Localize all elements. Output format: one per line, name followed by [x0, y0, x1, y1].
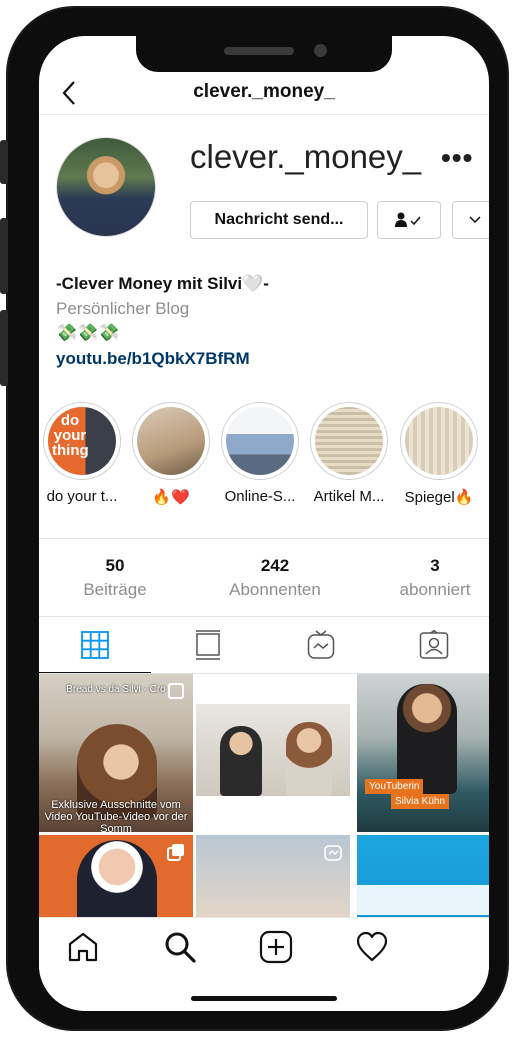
profile-username: clever._money_ [190, 138, 422, 175]
stat-label: abonniert [399, 580, 471, 599]
phone-notch [136, 36, 392, 72]
post-person-figure [286, 722, 332, 796]
post-thumbnail[interactable] [196, 674, 350, 832]
highlight-label: Artikel M... [313, 488, 385, 505]
highlight-ring [221, 402, 299, 480]
highlight-item[interactable]: do your thing do your t... [39, 402, 127, 505]
post-thumbnail[interactable]: YouTuberin Silvia Kühn [357, 674, 489, 832]
highlight-label: Online-S... [224, 488, 296, 505]
highlight-ring [310, 402, 388, 480]
feed-icon [196, 630, 220, 660]
front-camera [314, 44, 327, 57]
highlight-item[interactable]: Spiegel🔥 [394, 402, 484, 506]
highlight-cover [137, 407, 205, 475]
posts-grid: Bread vs da Silvi - Cro Exklusive Aussch… [39, 674, 489, 919]
post-caption: Exklusive Ausschnitte vom Video YouTube-… [44, 799, 188, 832]
stat-label: Beiträge [83, 580, 147, 599]
video-icon [168, 683, 184, 699]
highlight-item[interactable]: Artikel M... [304, 402, 394, 505]
stat-value: 50 [105, 556, 125, 575]
chevron-down-icon [469, 216, 481, 224]
silent-switch [0, 140, 8, 184]
post-person-figure [397, 684, 457, 794]
profile-avatar[interactable] [56, 137, 156, 237]
post-person-figure [220, 726, 262, 796]
highlight-cover [405, 407, 473, 475]
bio-emoji-line: 💸💸💸 [56, 323, 120, 342]
person-check-icon [395, 212, 421, 227]
tab-grid[interactable] [39, 617, 151, 673]
stat-following[interactable]: 3 abonniert [360, 556, 489, 600]
page-title: clever._money_ [193, 81, 335, 102]
home-indicator[interactable] [191, 996, 337, 1001]
search-icon[interactable] [163, 930, 197, 964]
igtv-icon [307, 630, 335, 659]
highlight-item[interactable]: Online-S... [215, 402, 305, 505]
activity-icon[interactable] [355, 930, 389, 964]
highlight-ring [400, 402, 478, 480]
highlight-item[interactable]: 🔥❤️ [126, 402, 216, 506]
highlight-cover: do your thing [48, 407, 116, 475]
divider [39, 538, 489, 539]
bottom-navigation [39, 917, 489, 978]
post-image [196, 704, 350, 796]
carousel-icon [167, 844, 184, 861]
top-navigation-bar: clever._money_ [39, 72, 489, 115]
highlight-ring: do your thing [43, 402, 121, 480]
post-thumbnail[interactable] [196, 835, 350, 919]
more-options-icon[interactable]: ••• [441, 142, 473, 174]
speaker-grille [224, 47, 294, 55]
post-thumbnail[interactable] [39, 835, 193, 919]
highlight-ring [132, 402, 210, 480]
grid-icon [81, 631, 109, 659]
tagged-icon [419, 630, 449, 659]
phone-screen: clever._money_ clever._money_ ••• Nachri… [39, 36, 489, 1011]
volume-up-button [0, 218, 8, 294]
tab-feed[interactable] [152, 617, 264, 673]
tab-igtv[interactable] [265, 617, 377, 673]
stat-label: Abonnenten [229, 580, 321, 599]
post-label-tag: Silvia Kühn [391, 794, 450, 809]
post-thumbnail[interactable] [357, 835, 489, 919]
bio-display-name: -Clever Money mit Silvi🤍- [56, 274, 269, 293]
stat-value: 242 [260, 556, 290, 575]
igtv-icon [324, 845, 342, 861]
highlight-label: do your t... [46, 488, 118, 505]
highlight-label: Spiegel🔥 [404, 489, 474, 506]
suggested-dropdown-button[interactable] [452, 201, 489, 239]
bio-category: Persönlicher Blog [56, 299, 190, 318]
home-icon[interactable] [66, 930, 100, 964]
highlight-cover [315, 407, 383, 475]
video-icon [325, 683, 341, 699]
post-text-banner [357, 885, 489, 915]
new-post-icon[interactable] [259, 930, 293, 964]
bio-link[interactable]: youtu.be/b1QbkX7BfRM [56, 349, 250, 369]
highlight-cover [226, 407, 294, 475]
profile-tabs [39, 617, 489, 673]
stat-posts[interactable]: 50 Beiträge [40, 556, 190, 600]
stat-value: 3 [430, 556, 440, 575]
following-button[interactable] [377, 201, 441, 239]
tab-tagged[interactable] [378, 617, 489, 673]
message-button[interactable]: Nachricht send... [190, 201, 368, 239]
volume-down-button [0, 310, 8, 386]
post-thumbnail[interactable]: Bread vs da Silvi - Cro Exklusive Aussch… [39, 674, 193, 832]
stat-followers[interactable]: 242 Abonnenten [200, 556, 350, 600]
post-label-tag: YouTuberin [365, 779, 424, 794]
highlight-label: 🔥❤️ [152, 489, 190, 506]
highlight-cover-text: do your thing [52, 412, 89, 459]
post-person-figure [77, 840, 157, 919]
